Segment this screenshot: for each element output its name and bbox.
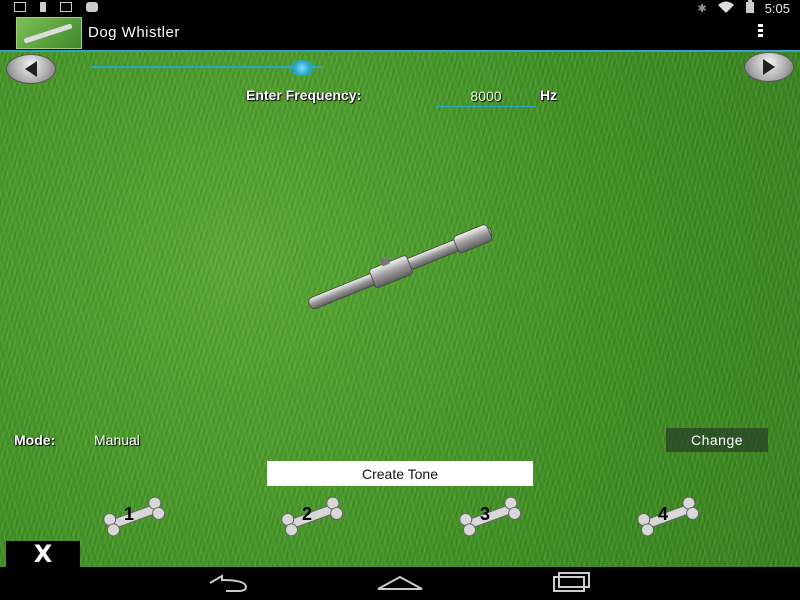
home-icon[interactable] [370,571,430,595]
message-icon [60,2,72,12]
preset-bone-button-2[interactable]: 2 [276,496,348,536]
mode-value: Manual [94,432,140,448]
close-button[interactable]: X [6,540,80,568]
frequency-slider[interactable] [92,60,322,76]
overflow-menu-icon[interactable] [758,24,764,40]
right-arrow-icon [763,59,775,75]
preset-label: 3 [480,504,491,524]
left-arrow-icon [25,61,37,77]
preset-label: 2 [302,504,313,524]
preset-bone-button-3[interactable]: 3 [454,496,526,536]
play-store-icon [86,2,98,12]
system-navigation-bar [0,567,800,600]
next-arrow-button[interactable] [744,52,794,82]
app-title: Dog Whistler [88,24,180,41]
preset-label: 1 [124,504,135,524]
battery-icon [745,0,755,16]
change-mode-button[interactable]: Change [666,428,768,452]
frequency-unit: Hz [540,87,558,103]
mode-label: Mode: [14,432,56,448]
create-tone-button[interactable]: Create Tone [267,461,533,486]
download-icon [14,2,26,12]
preset-bone-button-1[interactable]: 1 [98,496,170,536]
status-bar: ✱ 5:05 [0,0,800,16]
frequency-input[interactable] [436,86,536,107]
back-icon[interactable] [200,571,260,595]
sim-icon [40,2,46,12]
clock: 5:05 [764,0,790,16]
action-bar: Dog Whistler [0,16,800,52]
whistle-image[interactable] [300,222,500,312]
wifi-icon [717,1,735,16]
bluetooth-icon: ✱ [697,2,707,15]
previous-arrow-button[interactable] [6,54,56,84]
preset-bone-button-4[interactable]: 4 [632,496,704,536]
preset-label: 4 [658,504,669,524]
slider-thumb[interactable] [288,60,316,76]
frequency-label: Enter Frequency: [246,87,362,103]
recents-icon[interactable] [542,571,602,595]
whistle-app-icon[interactable] [16,17,82,49]
